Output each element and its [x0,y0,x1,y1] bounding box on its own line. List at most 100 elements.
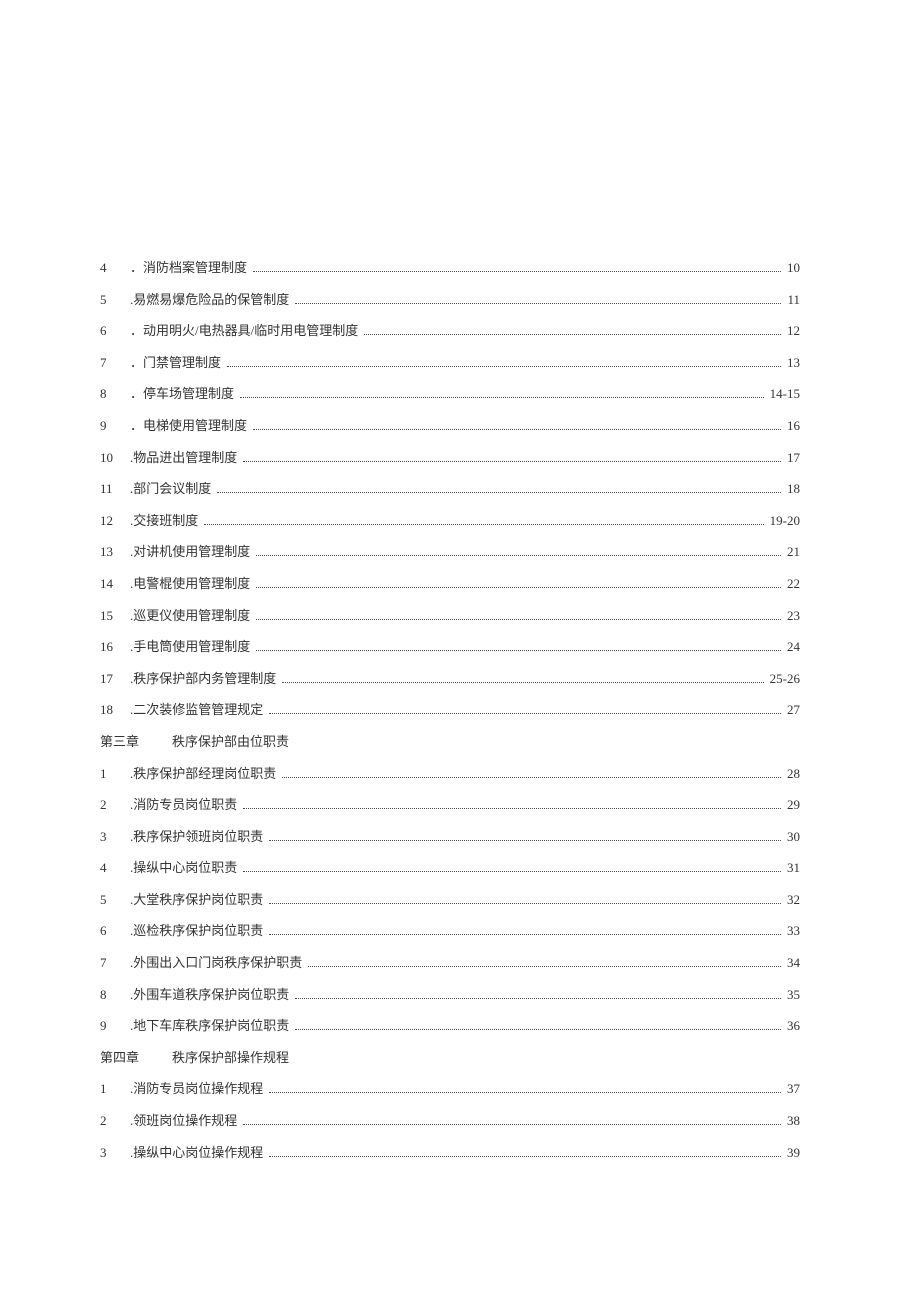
toc-page: 4．消防档案管理制度105.易燃易爆危险品的保管制度116．动用明火/电热器具/… [0,0,920,1160]
toc-entry-page: 35 [783,987,800,1003]
toc-entry-number: 2 [100,1113,130,1129]
toc-entry-page: 10 [783,260,800,276]
toc-entry-page: 21 [783,544,800,560]
toc-entry: 4．消防档案管理制度10 [100,260,800,276]
toc-chapter-label: 第四章 [100,1050,160,1066]
toc-entry-number: 7 [100,955,130,971]
toc-leader-dots [295,1029,781,1030]
toc-chapter-title: 秩序保护部由位职责 [160,734,289,750]
toc-entry-title: .秩序保护领班岗位职责 [130,829,267,845]
toc-entry-page: 38 [783,1113,800,1129]
toc-entry-number: 13 [100,544,130,560]
toc-entry: 1.秩序保护部经理岗位职责28 [100,766,800,782]
toc-entry-page: 31 [783,860,800,876]
toc-entry-number: 3 [100,829,130,845]
toc-entry-number: 1 [100,766,130,782]
toc-entry-page: 28 [783,766,800,782]
toc-entry-page: 22 [783,576,800,592]
toc-leader-dots [269,1092,781,1093]
toc-entry: 7.外围出入口门岗秩序保护职责34 [100,955,800,971]
toc-entry-number: 5 [100,292,130,308]
toc-entry-number: 8 [100,987,130,1003]
toc-entry-number: 5 [100,892,130,908]
toc-leader-dots [308,966,781,967]
toc-entry: 8．停车场管理制度14-15 [100,386,800,402]
toc-entry-page: 32 [783,892,800,908]
toc-entry: 12.交接班制度19-20 [100,513,800,529]
toc-entry-title: .秩序保护部内务管理制度 [130,671,280,687]
toc-entry: 17.秩序保护部内务管理制度 25-26 [100,671,800,687]
toc-entry-title: ．动用明火/电热器具/临时用电管理制度 [130,323,362,339]
toc-entry: 6．动用明火/电热器具/临时用电管理制度 12 [100,323,800,339]
toc-entry-number: 4 [100,260,130,276]
toc-entry-page: 12 [783,323,800,339]
toc-entry-number: 17 [100,671,130,687]
toc-entry: 2.消防专员岗位职责 29 [100,797,800,813]
toc-leader-dots [217,492,781,493]
toc-entry-page: 23 [783,608,800,624]
toc-entry-number: 4 [100,860,130,876]
toc-leader-dots [364,334,781,335]
toc-entry-title: ．电梯使用管理制度 [130,418,251,434]
toc-entry-page: 29 [783,797,800,813]
toc-leader-dots [282,682,763,683]
toc-entry-number: 6 [100,323,130,339]
toc-entry-title: .物品进出管理制度 [130,450,241,466]
toc-entry-page: 17 [783,450,800,466]
toc-leader-dots [204,524,763,525]
toc-entry: 3.操纵中心岗位操作规程39 [100,1145,800,1161]
toc-entry-title: .大堂秩序保护岗位职责 [130,892,267,908]
toc-entry-page: 37 [783,1081,800,1097]
toc-leader-dots [282,777,781,778]
toc-entry-number: 3 [100,1145,130,1161]
toc-leader-dots [243,1124,781,1125]
toc-leader-dots [256,587,781,588]
toc-leader-dots [269,934,781,935]
toc-leader-dots [253,429,781,430]
toc-entry-title: .外围出入口门岗秩序保护职责 [130,955,306,971]
toc-entry-page: 14-15 [766,386,800,402]
toc-entry-number: 15 [100,608,130,624]
toc-entry-page: 25-26 [766,671,800,687]
toc-entry: 1.消防专员岗位操作规程37 [100,1081,800,1097]
toc-entry-page: 18 [783,481,800,497]
toc-entry-number: 1 [100,1081,130,1097]
toc-entry-number: 6 [100,923,130,939]
toc-entry-page: 33 [783,923,800,939]
toc-entry: 9．电梯使用管理制度16 [100,418,800,434]
toc-entry-number: 10 [100,450,130,466]
toc-chapter-label: 第三章 [100,734,160,750]
toc-entry: 14.电警棍使用管理制度22 [100,576,800,592]
toc-entry-title: .操纵中心岗位职责 [130,860,241,876]
toc-leader-dots [240,397,764,398]
toc-chapter-heading: 第四章秩序保护部操作规程 [100,1050,800,1066]
toc-leader-dots [269,713,781,714]
toc-leader-dots [227,366,781,367]
toc-leader-dots [269,1156,781,1157]
toc-leader-dots [295,303,781,304]
toc-entry-title: ．门禁管理制度 [130,355,225,371]
toc-leader-dots [243,461,781,462]
toc-entry-title: .外围车道秩序保护岗位职责 [130,987,293,1003]
toc-entry: 10.物品进出管理制度 17 [100,450,800,466]
toc-entry-title: .二次装修监管管理规定 [130,702,267,718]
toc-entry: 11.部门会议制度18 [100,481,800,497]
toc-entry: 3.秩序保护领班岗位职责 30 [100,829,800,845]
toc-entry: 5.易燃易爆危险品的保管制度11 [100,292,800,308]
toc-entry-page: 16 [783,418,800,434]
toc-entry-number: 2 [100,797,130,813]
toc-entry: 4.操纵中心岗位职责 31 [100,860,800,876]
toc-entry-title: .巡更仪使用管理制度 [130,608,254,624]
toc-entry-title: .交接班制度 [130,513,202,529]
toc-entry-page: 30 [783,829,800,845]
toc-entry: 18.二次装修监管管理规定27 [100,702,800,718]
toc-leader-dots [269,903,781,904]
toc-leader-dots [256,555,781,556]
toc-entry-page: 24 [783,639,800,655]
toc-entry: 6.巡检秩序保护岗位职责33 [100,923,800,939]
toc-entry-title: ．停车场管理制度 [130,386,238,402]
toc-entry-title: .消防专员岗位职责 [130,797,241,813]
toc-leader-dots [256,619,781,620]
toc-entry-number: 12 [100,513,130,529]
toc-leader-dots [253,271,781,272]
